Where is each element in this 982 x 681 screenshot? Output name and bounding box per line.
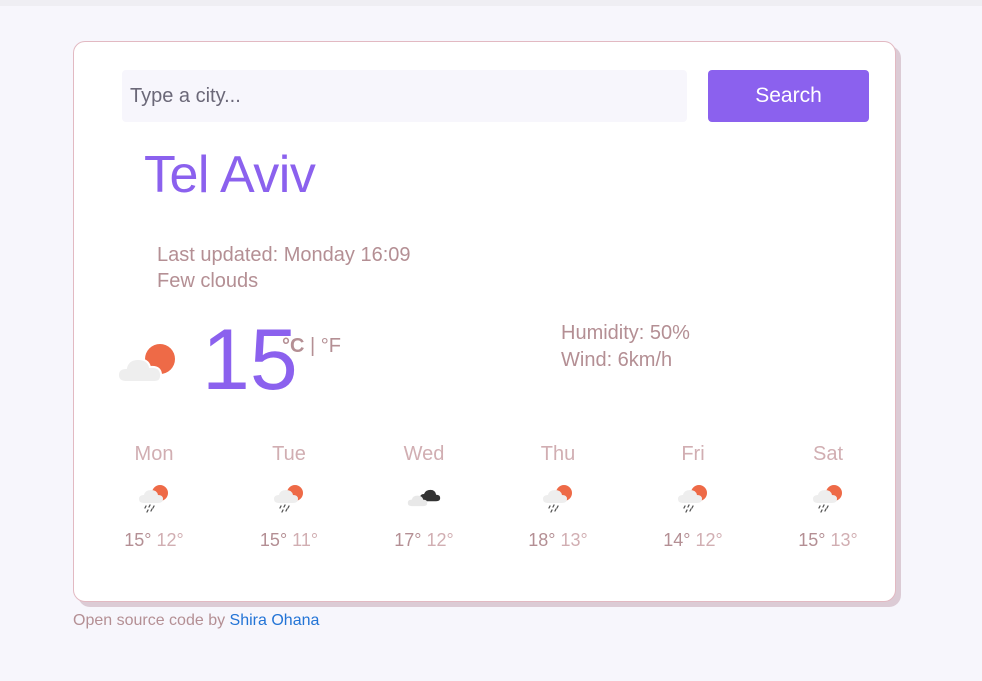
footer: Open source code by Shira Ohana — [73, 612, 319, 630]
rain-day-icon — [139, 485, 168, 513]
forecast-day-name: Fri — [681, 443, 705, 465]
rain-day-icon — [274, 485, 303, 513]
weather-meta: Last updated: Monday 16:09 Few clouds — [157, 242, 411, 294]
forecast-day: Tue 15° 11° — [249, 440, 329, 552]
current-temperature: 15 — [202, 312, 298, 408]
fahrenheit-link[interactable]: °F — [321, 335, 341, 357]
few-clouds-day-icon — [116, 344, 175, 383]
forecast-max: 17° — [394, 530, 422, 550]
author-link[interactable]: Shira Ohana — [230, 612, 320, 629]
rain-day-icon — [813, 485, 842, 513]
forecast-temps: 14° 12° — [653, 528, 733, 552]
forecast-temps: 15° 13° — [788, 528, 868, 552]
city-name: Tel Aviv — [144, 146, 316, 204]
forecast-max: 15° — [124, 530, 152, 550]
rain-day-icon — [543, 485, 572, 513]
forecast-max: 14° — [663, 530, 691, 550]
top-bar — [0, 0, 982, 6]
forecast-row: Mon 15° 12° Tue 15° 11° Wed 17° 12° Thu … — [114, 440, 857, 560]
city-search-input[interactable] — [122, 70, 687, 122]
forecast-day-name: Wed — [403, 443, 445, 465]
forecast-temps: 15° 11° — [249, 528, 329, 552]
forecast-max: 15° — [259, 530, 288, 550]
forecast-day-name: Thu — [540, 443, 576, 465]
search-button[interactable]: Search — [708, 70, 869, 122]
forecast-day: Sat 15° 13° — [788, 440, 868, 552]
humidity: Humidity: 50% — [561, 322, 690, 344]
forecast-day: Thu 18° 13° — [518, 440, 598, 552]
forecast-min: 11° — [292, 530, 319, 550]
forecast-day-name: Mon — [134, 443, 174, 465]
forecast-min: 12° — [695, 530, 723, 550]
wind: Wind: 6km/h — [561, 349, 673, 371]
forecast-max: 18° — [528, 530, 556, 550]
forecast-temps: 18° 13° — [518, 528, 598, 552]
weather-card: Search Tel Aviv Last updated: Monday 16:… — [73, 41, 896, 602]
forecast-min: 13° — [560, 530, 588, 550]
broken-clouds-icon — [407, 489, 441, 507]
weather-details: Humidity: 50% Wind: 6km/h — [561, 320, 690, 374]
forecast-min: 13° — [830, 530, 858, 550]
forecast-min: 12° — [426, 530, 454, 550]
last-updated: Last updated: Monday 16:09 — [157, 244, 411, 266]
source-code-text: Open source code — [73, 612, 204, 629]
forecast-day: Mon 15° 12° — [114, 440, 194, 552]
weather-description: Few clouds — [157, 270, 259, 292]
forecast-temps: 15° 12° — [114, 528, 194, 552]
forecast-day-name: Sat — [812, 443, 844, 465]
rain-day-icon — [678, 485, 707, 513]
forecast-day-name: Tue — [272, 443, 306, 465]
forecast-temps: 17° 12° — [384, 528, 464, 552]
footer-by: by — [203, 612, 230, 629]
unit-separator: | — [304, 335, 321, 357]
forecast-max: 15° — [798, 530, 826, 550]
forecast-min: 12° — [156, 530, 184, 550]
celsius-link[interactable]: °C — [282, 335, 304, 357]
forecast-day: Fri 14° 12° — [653, 440, 733, 552]
unit-toggle: °C | °F — [282, 335, 341, 358]
forecast-day: Wed 17° 12° — [384, 440, 464, 552]
